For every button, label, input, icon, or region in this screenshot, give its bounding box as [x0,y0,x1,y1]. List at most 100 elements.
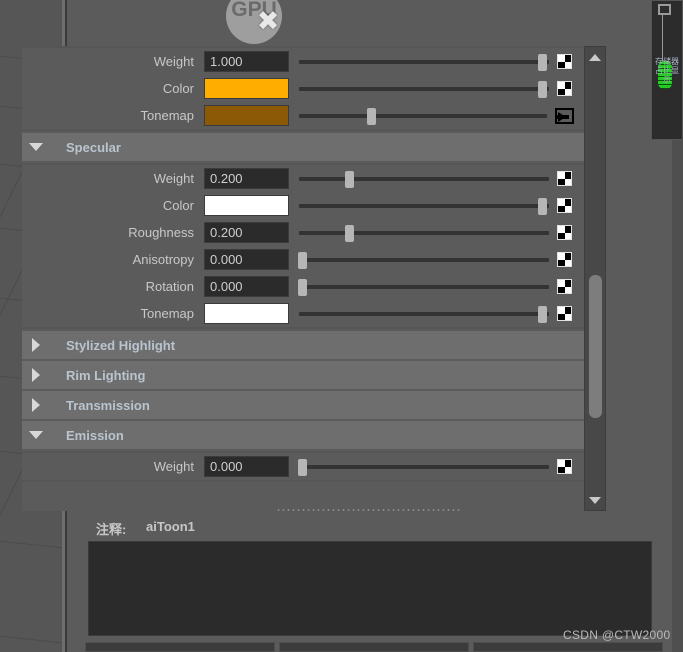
attribute-row: Roughness 0.200 [22,219,584,246]
slider-thumb[interactable] [537,54,547,71]
value-slider[interactable] [299,51,549,72]
panel-scrollbar[interactable] [584,46,606,511]
checker-icon[interactable] [557,81,572,96]
slider-track [299,204,549,208]
attribute-label: Color [162,81,194,96]
bottom-tab-2[interactable] [279,642,469,652]
memory-meter-label: 存储器占比显示 [655,57,679,84]
slider-track [299,285,549,289]
slider-track [299,87,549,91]
value-input[interactable]: 0.000 [204,276,289,297]
checker-icon[interactable] [557,252,572,267]
attribute-row: Anisotropy 0.000 [22,246,584,273]
checker-icon[interactable] [557,279,572,294]
attribute-row: Weight 1.000 [22,48,584,75]
section-title: Specular [66,139,121,155]
section-title: Rim Lighting [66,367,146,383]
value-input[interactable]: 1.000 [204,51,289,72]
section-title: Transmission [66,397,150,413]
attribute-row: Weight 0.000 [22,453,584,480]
gpu-status-badge[interactable]: GPU ✖ [226,0,286,48]
slider-track [299,231,549,235]
checker-icon[interactable] [557,306,572,321]
slider-track [299,312,549,316]
color-swatch[interactable] [204,195,289,216]
attribute-scroll-area[interactable]: Weight 1.000 Color Tonemap Specular Weight 0.2… [22,46,584,511]
bottom-tab-1[interactable] [85,642,275,652]
slider-thumb[interactable] [537,306,547,323]
value-input[interactable]: 0.200 [204,168,289,189]
scrollbar-thumb[interactable] [589,275,602,418]
section-header-emission[interactable]: Emission [22,421,584,449]
value-slider[interactable] [299,195,549,216]
caret-up-icon[interactable] [585,49,605,65]
meter-stem [662,15,663,63]
attribute-row: Rotation 0.000 [22,273,584,300]
attribute-label: Weight [153,54,194,69]
value-slider[interactable] [299,168,549,189]
caret-down-icon[interactable] [22,431,50,439]
slider-thumb[interactable] [345,225,354,242]
notes-textarea[interactable] [88,541,652,636]
section-header-specular[interactable]: Specular [22,133,584,161]
slider-thumb[interactable] [297,279,307,296]
checker-icon[interactable] [557,198,572,213]
slider-track [299,465,549,469]
notes-label: 注释: [96,522,127,537]
attribute-group: Weight 1.000 Color Tonemap [22,46,584,131]
section-title: Emission [66,427,124,443]
attribute-label: Weight [153,171,194,186]
watermark: CSDN @CTW2000 [563,628,671,642]
checker-icon[interactable] [557,225,572,240]
caret-right-icon[interactable] [22,368,50,382]
attribute-label: Anisotropy [132,252,194,267]
section-title: Stylized Highlight [66,337,176,353]
slider-thumb[interactable] [537,81,547,98]
section-header-rim-lighting[interactable]: Rim Lighting [22,361,584,389]
section-header-stylized-highlight[interactable]: Stylized Highlight [22,331,584,359]
attribute-row: Tonemap [22,102,584,129]
slider-track [299,114,547,118]
value-slider[interactable] [297,249,549,270]
value-input[interactable]: 0.000 [204,249,289,270]
attribute-row: Color [22,192,584,219]
slider-thumb[interactable] [345,171,354,188]
slider-thumb[interactable] [537,198,547,215]
value-slider[interactable] [297,456,549,477]
checker-icon[interactable] [557,54,572,69]
value-slider[interactable] [299,222,549,243]
value-slider[interactable] [299,105,547,126]
caret-down-icon[interactable] [585,492,605,508]
attribute-group: Weight 0.000 [22,451,584,482]
slider-thumb[interactable] [297,252,307,269]
attribute-label: Color [162,198,194,213]
attribute-group: Weight 0.200 Color Roughness 0.200 Anisotropy… [22,163,584,329]
attribute-label: Weight [153,459,194,474]
memory-meter-strip[interactable]: 存储器占比显示 [651,0,683,140]
caret-right-icon[interactable] [22,338,50,352]
value-slider[interactable] [299,78,549,99]
attribute-row: Weight 0.200 [22,165,584,192]
value-input[interactable]: 0.200 [204,222,289,243]
color-swatch[interactable] [204,303,289,324]
caret-down-icon[interactable] [22,143,50,151]
panel-resize-handle[interactable] [276,508,461,512]
checker-icon[interactable] [557,459,572,474]
slider-track [299,258,549,262]
x-icon: ✖ [256,6,280,36]
value-slider[interactable] [299,303,549,324]
attribute-label: Rotation [145,279,194,294]
section-header-transmission[interactable]: Transmission [22,391,584,419]
color-swatch[interactable] [204,105,289,126]
bottom-tab-3[interactable] [473,642,663,652]
slider-track [299,60,549,64]
slider-thumb[interactable] [297,459,307,476]
color-swatch[interactable] [204,78,289,99]
map-arrow-icon[interactable] [555,107,574,124]
caret-right-icon[interactable] [22,398,50,412]
value-input[interactable]: 0.000 [204,456,289,477]
slider-thumb[interactable] [366,108,376,125]
value-slider[interactable] [297,276,549,297]
checker-icon[interactable] [557,171,572,186]
attribute-label: Tonemap [140,108,194,123]
